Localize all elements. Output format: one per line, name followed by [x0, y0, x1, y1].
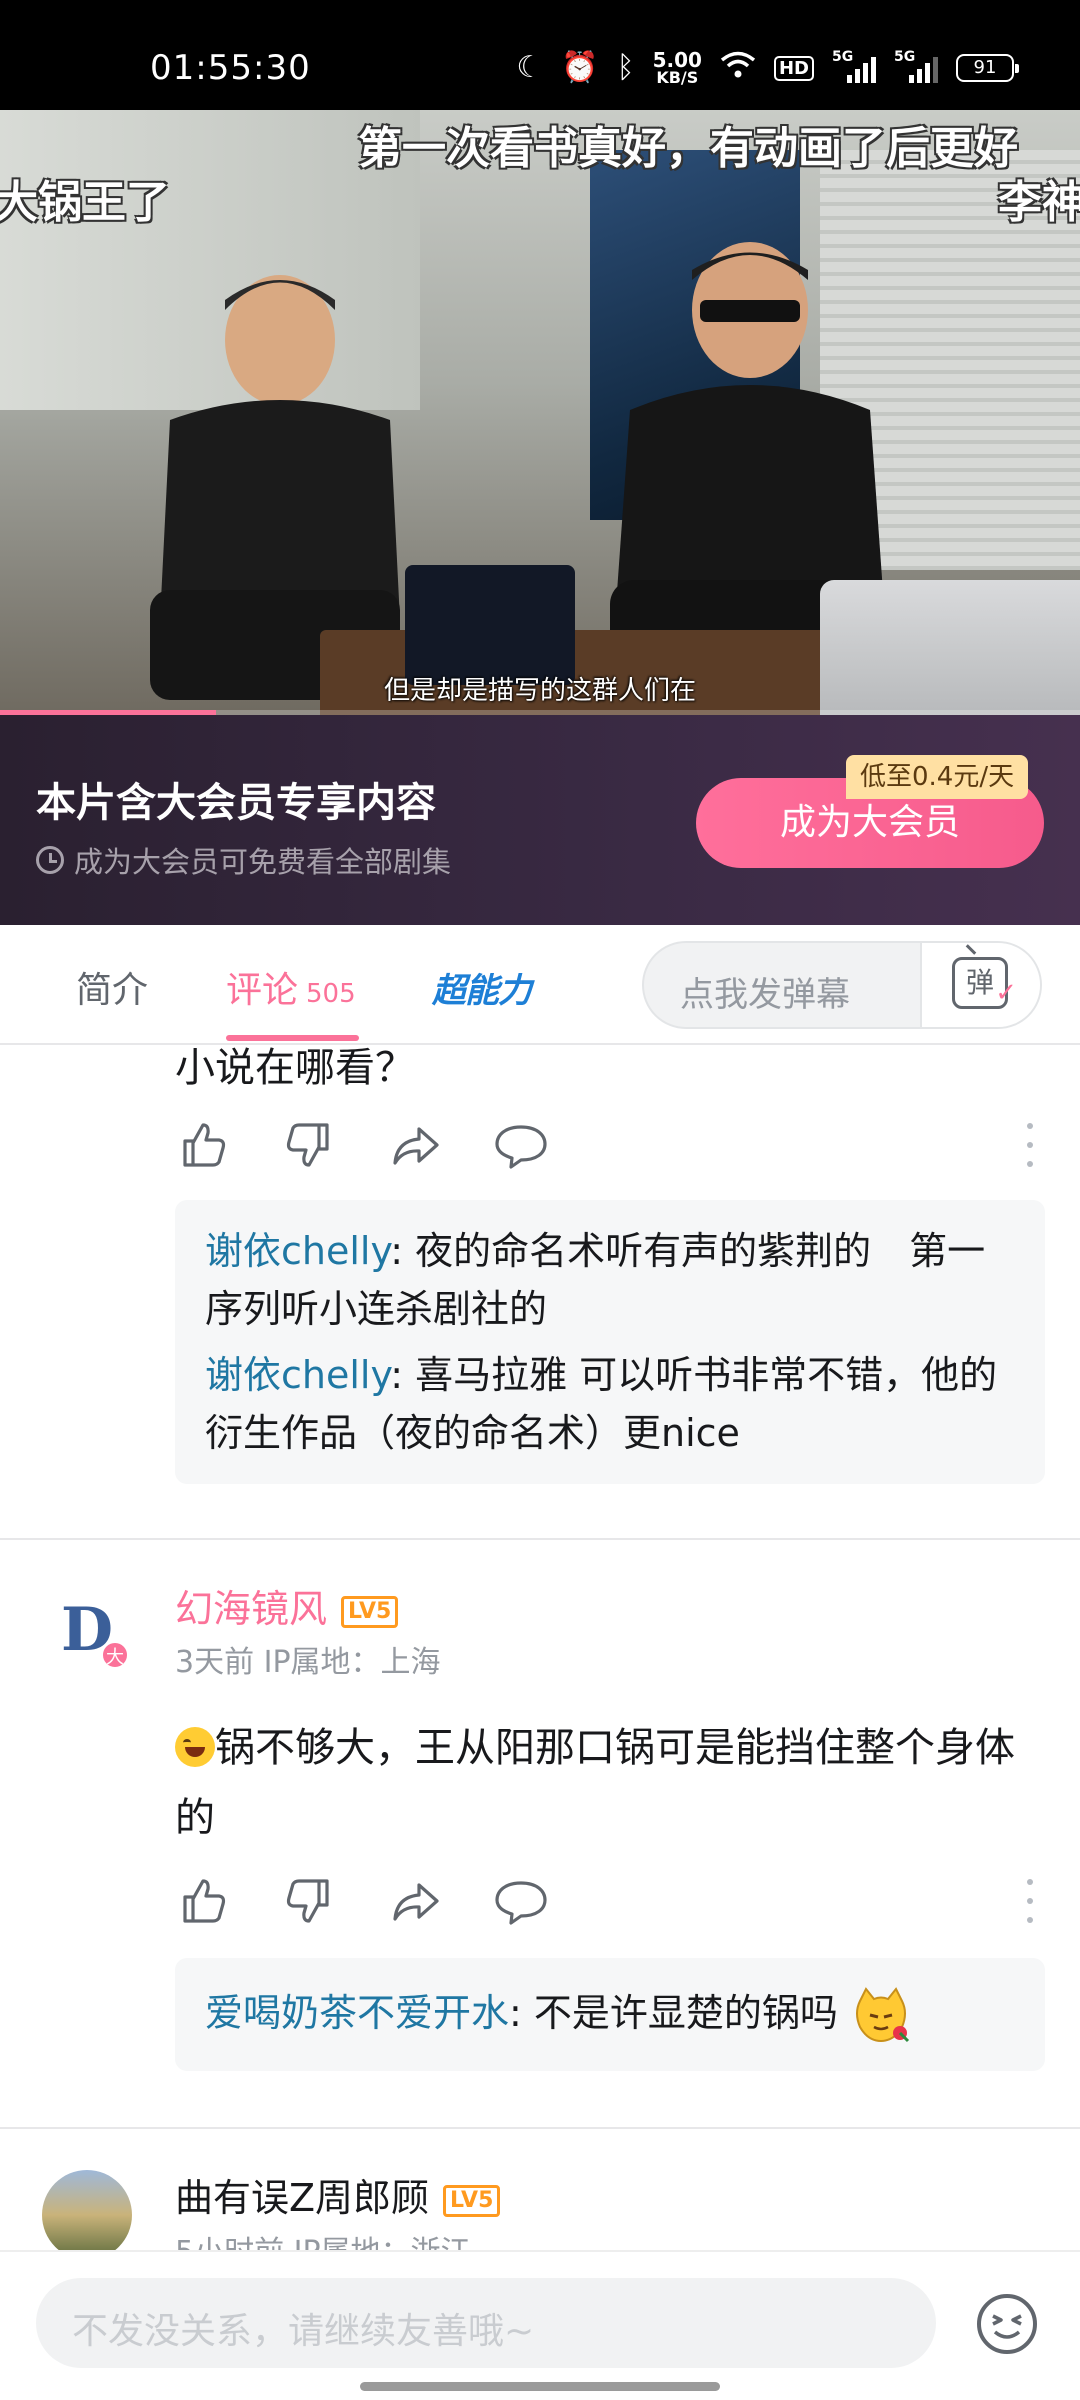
danmaku-toggle-button[interactable]: 弹 [920, 943, 1040, 1027]
status-bar: 01:55:30 ☾ ⏰ ᛒ 5.00 KB/S HD 5G 5G 91 [0, 0, 1080, 110]
bluetooth-icon: ᛒ [616, 50, 635, 85]
home-indicator[interactable] [360, 2382, 720, 2391]
comments-count: 505 [306, 979, 356, 1009]
danmaku-input-placeholder: 点我发弹幕 [680, 975, 850, 1015]
video-scene-tablet [405, 565, 575, 685]
danmaku-icon: 弹 [952, 957, 1017, 1016]
tab-active-indicator [226, 1035, 359, 1041]
cat-sticker-icon [850, 1986, 912, 2045]
tab-intro[interactable]: 简介 [76, 961, 148, 1013]
share-icon[interactable] [387, 1873, 443, 1929]
reply-item: 谢依chelly: 夜的命名术听有声的紫荆的 第一序列听小连杀剧社的 [205, 1229, 986, 1331]
tab-superpower[interactable]: 超能力 [432, 963, 532, 1012]
alarm-icon: ⏰ [561, 50, 599, 85]
dislike-icon[interactable] [281, 1873, 337, 1929]
battery-icon: 91 [956, 54, 1019, 82]
danmaku-input[interactable]: 点我发弹幕 弹 [642, 941, 1042, 1029]
comment-actions [175, 1873, 1045, 1933]
laugh-cry-emoji-icon [175, 1727, 215, 1767]
more-options-icon[interactable] [1025, 1123, 1035, 1167]
vip-title: 本片含大会员专享内容 [36, 780, 436, 826]
more-options-icon[interactable] [1025, 1879, 1035, 1923]
comment-meta: 5小时前 IP属地：浙江 [175, 2227, 471, 2250]
danmaku-item: 李神 [998, 177, 1080, 228]
comment-actions [175, 1117, 1045, 1177]
comment-input-bar: 不发没关系，请继续友善哦~ [0, 2250, 1080, 2400]
signal-icon-1: 5G [832, 49, 876, 83]
vip-badge: 大 [100, 1640, 130, 1670]
tab-comments[interactable]: 评论 505 [226, 961, 356, 1013]
comment-username[interactable]: 曲有误Z周郎顾 LV5 [175, 2167, 501, 2222]
like-icon[interactable] [175, 1117, 231, 1173]
share-icon[interactable] [387, 1117, 443, 1173]
level-badge: LV5 [341, 1595, 399, 1628]
reply-item: 谢依chelly: 喜马拉雅 可以听书非常不错，他的衍生作品（夜的命名术）更ni… [205, 1353, 998, 1455]
reply-icon[interactable] [493, 1117, 549, 1173]
tab-bar: 简介 评论 505 超能力 点我发弹幕 弹 [0, 925, 1080, 1045]
reply-username[interactable]: 谢依chelly [205, 1353, 390, 1397]
vip-subtitle: 成为大会员可免费看全部剧集 [36, 839, 451, 881]
reply-preview-box[interactable]: 爱喝奶茶不爱开水: 不是许显楚的锅吗 [175, 1958, 1045, 2071]
video-player[interactable]: 第一次看书真好，有动画了后更好 大锅王了 李神 但是却是描写的这群人们在 [0, 110, 1080, 715]
wifi-icon [720, 51, 756, 85]
reply-username[interactable]: 爱喝奶茶不爱开水 [205, 1991, 509, 2035]
avatar[interactable] [42, 2170, 132, 2250]
comment-input-placeholder: 不发没关系，请继续友善哦~ [72, 2311, 535, 2352]
net-speed: 5.00 KB/S [652, 48, 702, 87]
moon-icon: ☾ [516, 50, 544, 85]
comment-text: 锅不够大，王从阳那口锅可是能挡住整个身体的 [175, 1725, 1015, 1841]
reply-username[interactable]: 谢依chelly [205, 1229, 390, 1273]
dislike-icon[interactable] [281, 1117, 337, 1173]
reply-item: 爱喝奶茶不爱开水: 不是许显楚的锅吗 [205, 1984, 1015, 2045]
reply-preview-box[interactable]: 谢依chelly: 夜的命名术听有声的紫荆的 第一序列听小连杀剧社的 谢依che… [175, 1200, 1045, 1484]
vip-price-tag: 低至0.4元/天 [846, 755, 1029, 799]
comment-divider [0, 2127, 1080, 2129]
hd-icon: HD [773, 55, 814, 81]
comment-username[interactable]: 幻海镜风 LV5 [175, 1578, 399, 1633]
danmaku-item: 第一次看书真好，有动画了后更好 [358, 123, 1018, 174]
video-subtitle: 但是却是描写的这群人们在 [383, 676, 696, 706]
comment-divider [0, 1538, 1080, 1540]
vip-banner: 本片含大会员专享内容 成为大会员可免费看全部剧集 成为大会员 低至0.4元/天 [0, 715, 1080, 925]
danmaku-item: 大锅王了 [0, 177, 170, 228]
signal-icon-2: 5G [894, 49, 938, 83]
level-badge: LV5 [443, 2184, 501, 2217]
status-time: 01:55:30 [150, 48, 311, 88]
emoji-icon[interactable] [975, 2292, 1039, 2356]
status-icons: ☾ ⏰ ᛒ 5.00 KB/S HD 5G 5G 91 [516, 48, 1019, 87]
like-icon[interactable] [175, 1873, 231, 1929]
comment-list[interactable]: 小说在哪看？ 谢依chelly: 夜的命名术听有声的紫荆的 第一序列听小连杀剧社… [0, 1045, 1080, 2250]
clock-icon [36, 846, 64, 874]
reply-icon[interactable] [493, 1873, 549, 1929]
comment-meta: 3天前 IP属地：上海 [175, 1645, 441, 1680]
comment-text: 小说在哪看？ [175, 1045, 415, 1091]
comment-input[interactable]: 不发没关系，请继续友善哦~ [36, 2278, 936, 2368]
